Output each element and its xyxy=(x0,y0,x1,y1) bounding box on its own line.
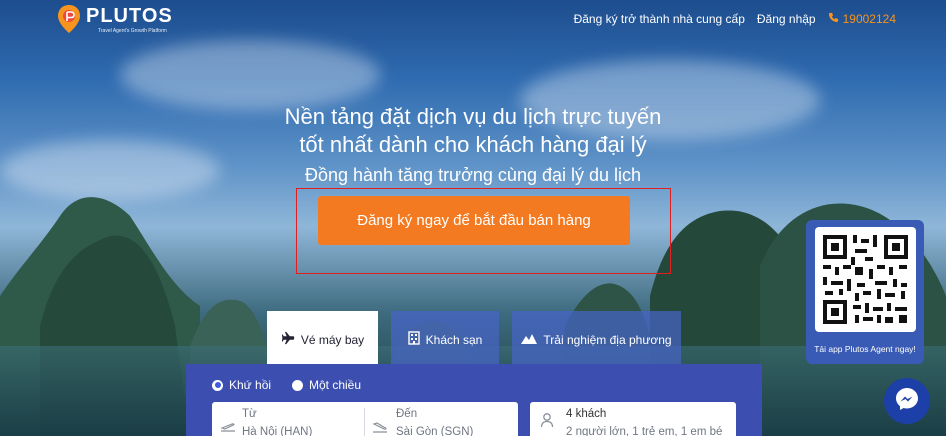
to-value: Sài Gòn (SGN) xyxy=(396,426,474,436)
signup-cta-button[interactable]: Đăng ký ngay để bắt đầu bán hàng xyxy=(318,196,630,245)
qr-code xyxy=(815,227,916,332)
route-field[interactable]: Từ Hà Nội (HAN) Đến Sài Gòn (SGN) xyxy=(212,402,518,436)
messenger-chat-button[interactable] xyxy=(884,378,930,424)
airplane-icon xyxy=(281,331,295,348)
round-trip-label: Khứ hồi xyxy=(229,378,272,392)
landing-icon xyxy=(372,420,388,436)
brand-tagline: Travel Agent's Growth Platform xyxy=(98,28,167,34)
tab-local-experiences-label: Trải nghiệm địa phương xyxy=(543,332,672,347)
to-label: Đến xyxy=(396,408,418,420)
route-divider xyxy=(364,408,365,436)
user-icon xyxy=(540,412,554,433)
one-way-label: Một chiều xyxy=(309,378,362,392)
guests-breakdown: 2 người lớn, 1 trẻ em, 1 em bé xyxy=(566,426,723,436)
tab-local-experiences[interactable]: Trải nghiệm địa phương xyxy=(512,311,681,368)
hero-title-line-2: tốt nhất dành cho khách hàng đại lý xyxy=(299,132,647,157)
hotline-link[interactable]: 19002124 xyxy=(828,12,896,26)
messenger-icon xyxy=(893,385,921,418)
one-way-radio[interactable]: Một chiều xyxy=(292,378,361,392)
guests-field[interactable]: 4 khách 2 người lớn, 1 trẻ em, 1 em bé xyxy=(530,402,736,436)
from-label: Từ xyxy=(242,408,257,420)
building-icon xyxy=(407,331,420,348)
guests-count: 4 khách xyxy=(566,408,607,420)
app-download-card[interactable]: Tải app Plutos Agent ngay! xyxy=(806,220,924,364)
tab-hotels-label: Khách sạn xyxy=(425,332,483,347)
round-trip-radio[interactable]: Khứ hồi xyxy=(212,378,271,392)
tab-flights-label: Vé máy bay xyxy=(300,332,365,347)
from-value: Hà Nội (HAN) xyxy=(242,426,313,436)
login-link[interactable]: Đăng nhập xyxy=(757,12,816,26)
hotline-number: 19002124 xyxy=(842,12,896,26)
tab-hotels[interactable]: Khách sạn xyxy=(391,311,499,368)
mountain-icon xyxy=(521,333,538,347)
tab-flights[interactable]: Vé máy bay xyxy=(267,311,378,368)
logo-pin-icon xyxy=(56,4,82,34)
phone-icon xyxy=(828,12,839,26)
plutos-logo[interactable]: PLUTOS Travel Agent's Growth Platform xyxy=(56,4,173,34)
radio-unselected-icon xyxy=(292,379,303,391)
app-download-caption: Tải app Plutos Agent ngay! xyxy=(814,344,916,354)
hero-title-line-1: Nền tảng đặt dịch vụ du lịch trực tuyến xyxy=(284,104,662,129)
brand-name: PLUTOS xyxy=(86,5,173,27)
takeoff-icon xyxy=(220,420,236,436)
supplier-signup-link[interactable]: Đăng ký trở thành nhà cung cấp xyxy=(574,12,745,26)
radio-selected-icon xyxy=(212,379,223,391)
hero-subtitle: Đồng hành tăng trưởng cùng đại lý du lịc… xyxy=(304,165,642,185)
top-nav: Đăng ký trở thành nhà cung cấp Đăng nhập… xyxy=(574,12,896,26)
